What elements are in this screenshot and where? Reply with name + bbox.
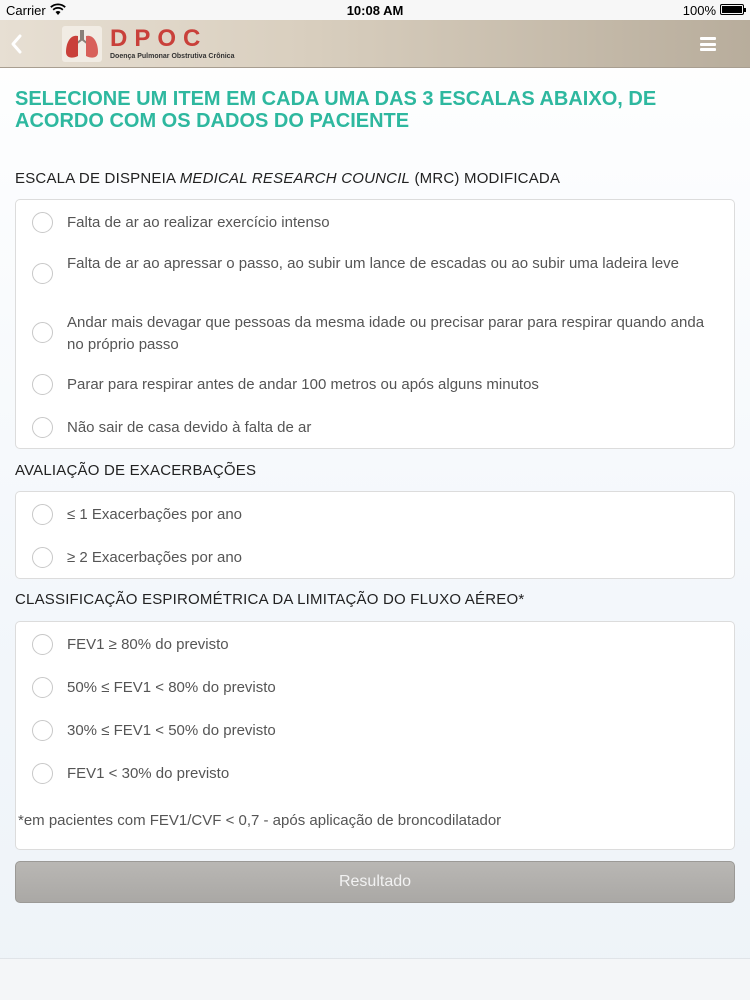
spirometry-card: FEV1 ≥ 80% do previsto 50% ≤ FEV1 < 80% … (15, 621, 735, 850)
exacerbations-option-1[interactable]: ≤ 1 Exacerbações por ano (16, 504, 734, 526)
radio-button[interactable] (32, 634, 53, 655)
radio-button[interactable] (32, 504, 53, 525)
radio-button[interactable] (32, 763, 53, 784)
spirometry-title: CLASSIFICAÇÃO ESPIROMÉTRICA DA LIMITAÇÃO… (15, 591, 525, 608)
mrc-scale-card: Falta de ar ao realizar exercício intens… (15, 199, 735, 449)
option-label: ≤ 1 Exacerbações por ano (67, 506, 243, 523)
radio-button[interactable] (32, 263, 53, 284)
radio-button[interactable] (32, 720, 53, 741)
option-label: Não sair de casa devido à falta de ar (67, 419, 312, 436)
mrc-option-1[interactable]: Falta de ar ao realizar exercício intens… (16, 212, 734, 234)
radio-button[interactable] (32, 417, 53, 438)
bottom-toolbar (0, 958, 750, 1000)
chevron-left-icon[interactable] (6, 30, 28, 58)
option-label: 30% ≤ FEV1 < 50% do previsto (67, 722, 276, 739)
hamburger-menu-icon[interactable] (700, 37, 716, 51)
option-label: FEV1 < 30% do previsto (67, 765, 230, 782)
mrc-scale-title: ESCALA DE DISPNEIA MEDICAL RESEARCH COUN… (15, 170, 561, 187)
option-label: Andar mais devagar que pessoas da mesma … (67, 314, 705, 353)
radio-button[interactable] (32, 547, 53, 568)
result-button[interactable]: Resultado (15, 861, 735, 903)
radio-button[interactable] (32, 677, 53, 698)
mrc-option-2[interactable]: Falta de ar ao apressar o passo, ao subi… (16, 253, 734, 297)
battery-icon (720, 4, 746, 15)
exacerbations-card: ≤ 1 Exacerbações por ano ≥ 2 Exacerbaçõe… (15, 491, 735, 579)
option-label: Parar para respirar antes de andar 100 m… (67, 376, 539, 393)
lungs-icon (62, 26, 102, 62)
option-label: ≥ 2 Exacerbações por ano (67, 549, 243, 566)
mrc-option-5[interactable]: Não sair de casa devido à falta de ar (16, 417, 734, 439)
option-label: 50% ≤ FEV1 < 80% do previsto (67, 679, 276, 696)
spirometry-option-1[interactable]: FEV1 ≥ 80% do previsto (16, 634, 734, 656)
radio-button[interactable] (32, 212, 53, 233)
app-subtitle: Doença Pulmonar Obstrutiva Crônica (110, 52, 235, 60)
option-label: Falta de ar ao apressar o passo, ao subi… (67, 255, 680, 272)
radio-button[interactable] (32, 322, 53, 343)
mrc-option-3[interactable]: Andar mais devagar que pessoas da mesma … (16, 312, 734, 356)
clock: 10:08 AM (346, 3, 404, 18)
status-bar: Carrier 10:08 AM 100% (0, 0, 750, 20)
nav-bar: DPOC Doença Pulmonar Obstrutiva Crônica (0, 20, 750, 68)
instructions-heading: SELECIONE UM ITEM EM CADA UMA DAS 3 ESCA… (15, 88, 657, 132)
spirometry-footnote: *em pacientes com FEV1/CVF < 0,7 - após … (18, 812, 502, 829)
option-label: Falta de ar ao realizar exercício intens… (67, 214, 330, 231)
exacerbations-option-2[interactable]: ≥ 2 Exacerbações por ano (16, 547, 734, 569)
spirometry-option-2[interactable]: 50% ≤ FEV1 < 80% do previsto (16, 677, 734, 699)
mrc-option-4[interactable]: Parar para respirar antes de andar 100 m… (16, 374, 734, 396)
battery-percentage: 100% (682, 3, 716, 18)
radio-button[interactable] (32, 374, 53, 395)
app-logo: DPOC Doença Pulmonar Obstrutiva Crônica (62, 25, 234, 63)
spirometry-option-4[interactable]: FEV1 < 30% do previsto (16, 763, 734, 785)
app-title: DPOC (110, 24, 208, 52)
exacerbations-title: AVALIAÇÃO DE EXACERBAÇÕES (15, 462, 257, 479)
spirometry-option-3[interactable]: 30% ≤ FEV1 < 50% do previsto (16, 720, 734, 742)
option-label: FEV1 ≥ 80% do previsto (67, 636, 229, 653)
